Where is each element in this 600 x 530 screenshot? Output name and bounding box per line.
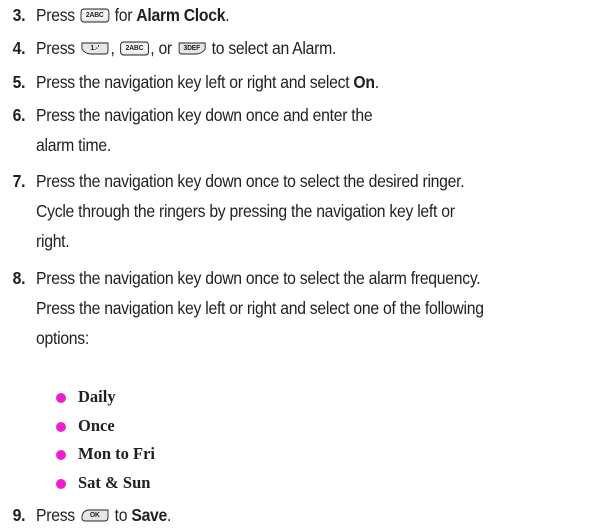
step-number: 9. [12,505,26,525]
manual-page: 3. Press 2ABC for Alarm Clock. 4. Press … [0,0,600,530]
step-number: 3. [12,5,26,25]
step-text: Press 2ABC for Alarm Clock. [36,5,230,25]
key-2abc-icon: 2ABC [80,8,110,23]
step-number: 5. [12,72,26,92]
step-text: Press the navigation key down once to se… [36,171,465,251]
step-number: 7. [12,171,26,191]
step-number: 6. [12,105,26,125]
bullet-dot-icon [56,421,66,432]
key-1-icon: 1.-' [80,41,110,56]
key-3def-icon: 3DEF [177,41,207,56]
list-item: Sat & Sun [54,469,155,498]
step-text: Press 1.-', 2ABC, or 3DEF to select an A… [36,38,337,58]
step-text: Press the navigation key down once to se… [36,268,484,348]
list-item: Daily [54,383,155,412]
step-text: Press the navigation key down once and e… [36,105,373,155]
step-text: Press the navigation key left or right a… [36,72,379,92]
key-ok-icon: OK [80,508,110,523]
step-number: 8. [12,268,26,288]
key-2abc-icon: 2ABC [120,41,150,56]
list-item: Mon to Fri [54,440,155,469]
step-number: 4. [12,38,26,58]
frequency-options-list: Daily Once Mon to Fri Sat & Sun [54,383,155,497]
list-item: Once [54,412,155,441]
step-text: Press OK to Save. [36,505,172,525]
bullet-dot-icon [56,450,66,460]
bullet-dot-icon [56,393,66,403]
bullet-dot-icon [56,478,66,489]
